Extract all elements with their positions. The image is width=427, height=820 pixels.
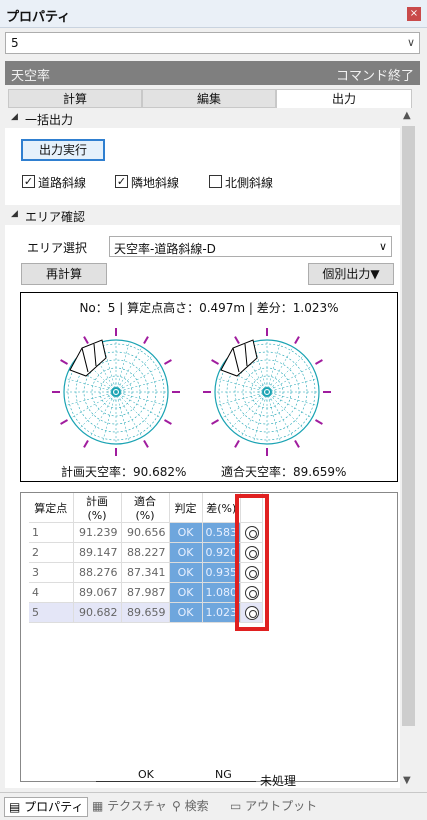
- individual-output-button[interactable]: 個別出力▼: [308, 263, 394, 285]
- plan-sky-diagram: [52, 328, 180, 456]
- cell-plan: 88.276: [73, 562, 122, 583]
- vertical-scrollbar[interactable]: ▲ ▼: [400, 108, 417, 788]
- legend-line: [96, 781, 256, 782]
- object-selector[interactable]: 5 ∨: [5, 32, 420, 54]
- scroll-thumb[interactable]: [402, 126, 415, 726]
- fit-sky-factor: 適合天空率：89.659%: [221, 465, 347, 479]
- cell-fit: 89.659: [121, 602, 170, 623]
- cell-id: 3: [29, 562, 74, 583]
- cell-fit: 90.656: [121, 522, 170, 543]
- table-row[interactable]: 3 88.276 87.341 OK 0.935: [29, 562, 263, 583]
- cell-plan: 89.067: [73, 582, 122, 603]
- bottom-tab-label: テクスチャ: [107, 799, 167, 813]
- panel-title: プロパティ: [6, 10, 71, 25]
- cell-id: 1: [29, 522, 74, 543]
- collapse-icon[interactable]: ◢: [11, 209, 18, 219]
- bottom-tab-output[interactable]: ▭ アウトプット: [230, 797, 317, 817]
- close-icon[interactable]: ×: [407, 7, 421, 21]
- plan-sky-factor: 計画天空率：90.682%: [61, 465, 187, 479]
- fit-sky-diagram: [203, 328, 331, 456]
- table-row[interactable]: 4 89.067 87.987 OK 1.080: [29, 582, 263, 603]
- cell-id: 5: [29, 602, 74, 623]
- results-grid: 算定点 計画(%) 適合(%) 判定 差(%) 1 91.239 90.656 …: [20, 492, 398, 782]
- cell-plan: 90.682: [73, 602, 122, 623]
- texture-icon: ▦: [92, 799, 104, 813]
- sky-diagrams: [52, 328, 331, 456]
- table-row[interactable]: 1 91.239 90.656 OK 0.583: [29, 522, 263, 543]
- recalculate-button[interactable]: 再計算: [21, 263, 107, 285]
- checkbox-label: 北側斜線: [225, 176, 274, 190]
- cell-judge: OK: [169, 562, 203, 583]
- table-header-row: 算定点 計画(%) 適合(%) 判定 差(%): [29, 493, 263, 523]
- cell-plan: 89.147: [73, 542, 122, 563]
- batch-output-section[interactable]: ◢ 一括出力: [5, 108, 400, 128]
- cell-plan: 91.239: [73, 522, 122, 543]
- area-check-section[interactable]: ◢ エリア確認: [5, 205, 400, 225]
- output-panel: ◢ 一括出力 出力実行 ✓ 道路斜線 ✓ 隣地斜線 北側斜線 ◢ エリア確認 エ…: [5, 108, 400, 788]
- bottom-tab-properties[interactable]: ▤ プロパティ: [4, 797, 89, 817]
- table-row[interactable]: 2 89.147 88.227 OK 0.920: [29, 542, 263, 563]
- col-header[interactable]: 判定: [169, 493, 203, 523]
- col-header[interactable]: 適合(%): [121, 493, 170, 523]
- scroll-up-icon[interactable]: ▲: [403, 110, 411, 121]
- section-title: エリア確認: [25, 210, 86, 224]
- output-icon: ▭: [230, 799, 242, 813]
- area-select[interactable]: 天空率-道路斜線-D ∨: [109, 236, 392, 257]
- judge-legend: OK NG 未処理: [60, 766, 380, 788]
- chevron-down-icon[interactable]: ∨: [379, 240, 387, 253]
- checkbox-icon[interactable]: ✓: [22, 175, 35, 188]
- cell-judge: OK: [169, 522, 203, 543]
- checkbox-icon[interactable]: ✓: [115, 175, 128, 188]
- cell-judge: OK: [169, 602, 203, 623]
- command-header: 天空率 コマンド終了: [5, 61, 420, 85]
- cell-id: 4: [29, 582, 74, 603]
- legend-unprocessed: 未処理: [260, 774, 297, 788]
- cell-id: 2: [29, 542, 74, 563]
- area-select-label: エリア選択: [27, 241, 88, 255]
- checkbox-label: 隣地斜線: [131, 176, 180, 190]
- legend-ok: OK: [138, 768, 154, 781]
- binoculars-icon: ⚲: [172, 799, 181, 813]
- tab-calculate[interactable]: 計算: [8, 89, 142, 108]
- results-table: 算定点 計画(%) 適合(%) 判定 差(%) 1 91.239 90.656 …: [29, 493, 263, 623]
- col-header[interactable]: 算定点: [29, 493, 74, 523]
- bottom-tab-search[interactable]: ⚲ 検索: [172, 797, 209, 817]
- bottom-tab-label: アウトプット: [245, 799, 318, 813]
- tab-output[interactable]: 出力: [276, 89, 412, 108]
- bottom-tab-texture[interactable]: ▦ テクスチャ: [92, 797, 167, 817]
- legend-ng: NG: [215, 768, 232, 781]
- execute-output-button[interactable]: 出力実行: [21, 139, 105, 161]
- cell-fit: 87.341: [121, 562, 170, 583]
- highlight-box: [235, 494, 269, 631]
- bottom-tab-bar: ▤ プロパティ ▦ テクスチャ ⚲ 検索 ▭ アウトプット: [0, 792, 427, 820]
- cell-judge: OK: [169, 542, 203, 563]
- end-command-button[interactable]: コマンド終了: [336, 65, 414, 84]
- properties-icon: ▤: [9, 800, 21, 814]
- cell-fit: 87.987: [121, 582, 170, 603]
- scroll-down-icon[interactable]: ▼: [403, 775, 411, 786]
- checkbox-icon[interactable]: [209, 175, 222, 188]
- table-row-selected[interactable]: 5 90.682 89.659 OK 1.023: [29, 602, 263, 623]
- chevron-down-icon[interactable]: ∨: [407, 36, 415, 49]
- command-name: 天空率: [11, 69, 51, 84]
- cell-judge: OK: [169, 582, 203, 603]
- mode-tabs: 計算 編集 出力: [8, 89, 412, 108]
- area-select-value: 天空率-道路斜線-D: [114, 242, 216, 256]
- object-selector-value: 5: [11, 36, 19, 50]
- checkbox-label: 道路斜線: [38, 176, 87, 190]
- bottom-tab-label: プロパティ: [24, 800, 84, 814]
- bottom-tab-label: 検索: [184, 799, 209, 813]
- section-title: 一括出力: [25, 113, 74, 127]
- tab-edit[interactable]: 編集: [142, 89, 276, 108]
- sky-factor-preview: No：5 | 算定点高さ：0.497m | 差分：1.023% 計画天空率：90…: [20, 292, 398, 482]
- cell-fit: 88.227: [121, 542, 170, 563]
- collapse-icon[interactable]: ◢: [11, 112, 18, 122]
- panel-titlebar: プロパティ ×: [0, 0, 427, 28]
- col-header[interactable]: 計画(%): [73, 493, 122, 523]
